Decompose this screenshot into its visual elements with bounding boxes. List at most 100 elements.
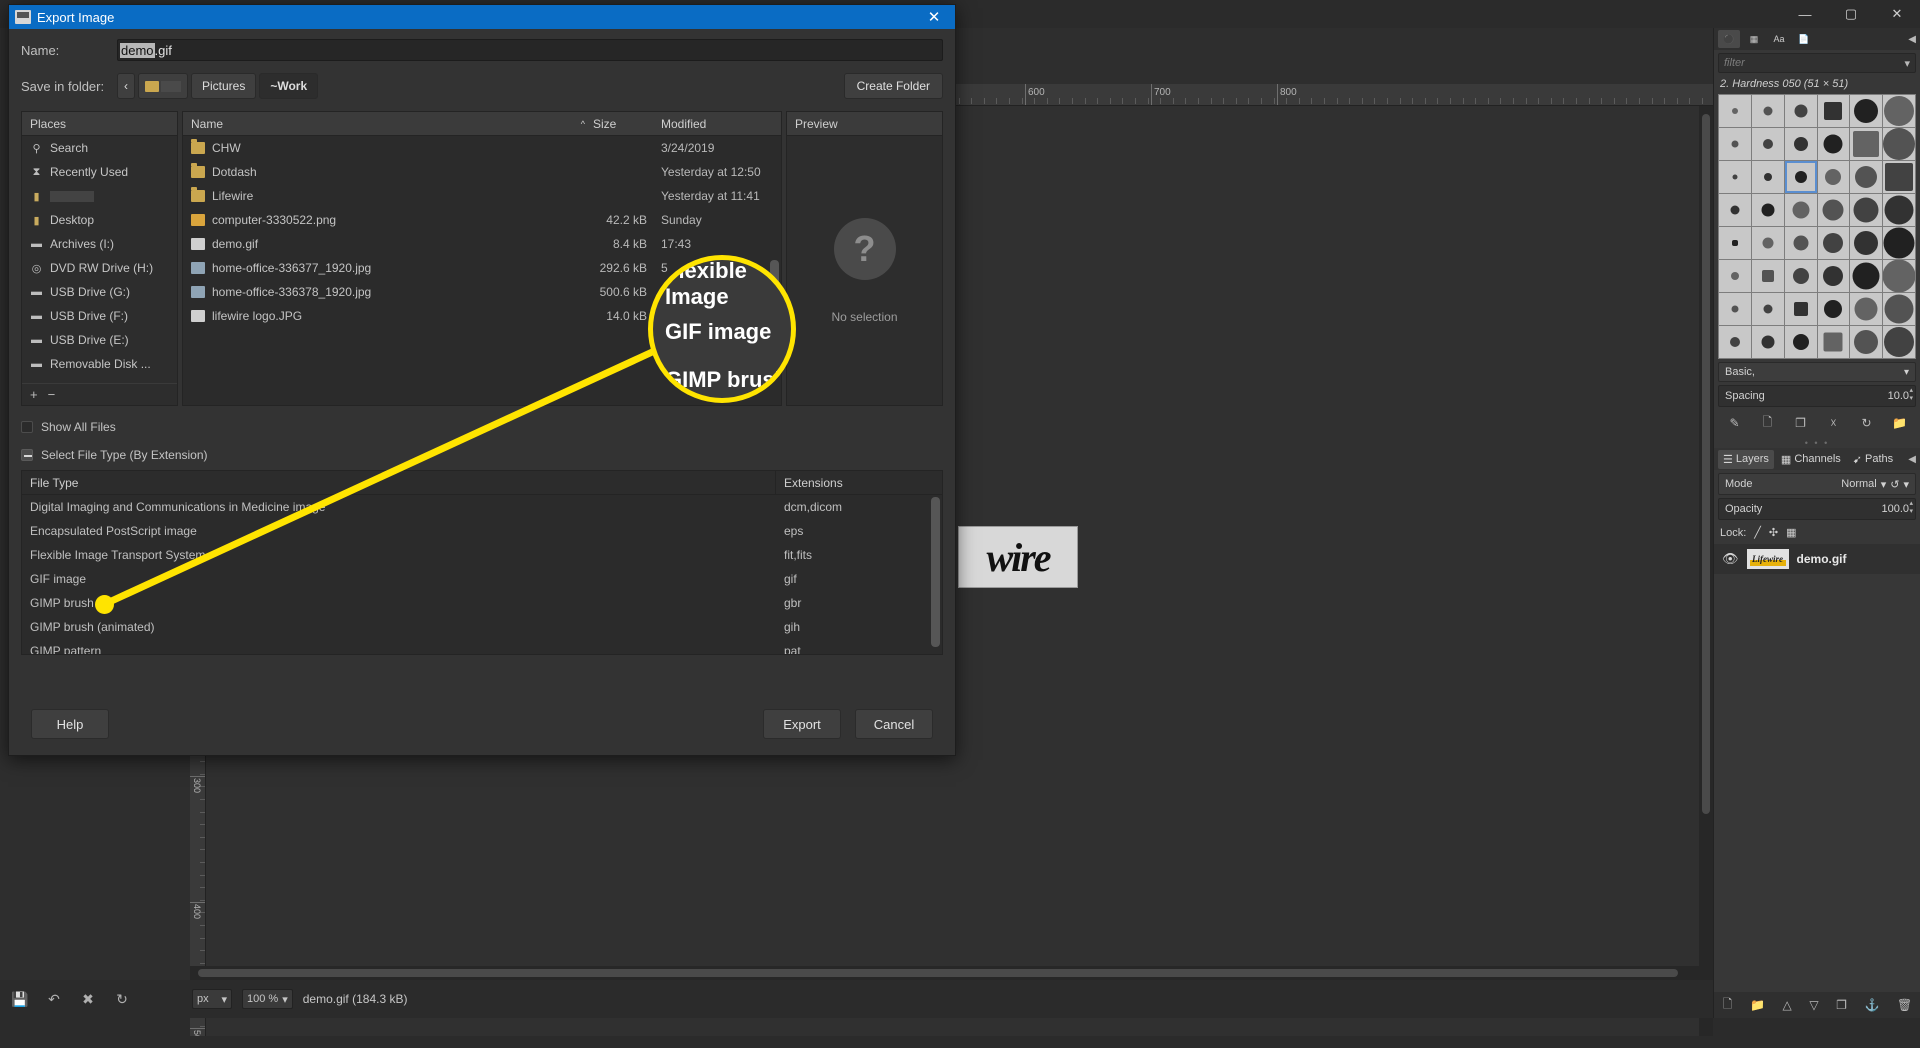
tab-channels[interactable]: ▦ Channels (1776, 450, 1846, 469)
layer-row[interactable]: 👁 Lifewire demo.gif (1714, 544, 1920, 574)
file-row[interactable]: home-office-336377_1920.jpg 292.6 kB 5 (183, 256, 781, 280)
file-list-scrollbar[interactable] (770, 140, 779, 395)
cancel-icon[interactable]: ✖ (76, 987, 100, 1011)
brush-thumbnail[interactable] (1883, 95, 1915, 127)
brush-thumbnail[interactable] (1751, 260, 1784, 292)
file-type-rows[interactable]: Digital Imaging and Communications in Me… (22, 495, 942, 654)
hscroll-thumb[interactable] (198, 969, 1678, 977)
brush-thumbnail[interactable] (1784, 326, 1817, 358)
path-button-work[interactable]: ~Work (259, 73, 319, 99)
chevron-down-icon[interactable]: ▾ (1881, 478, 1887, 491)
places-item-usb-drive-e[interactable]: ▬ USB Drive (E:) (22, 328, 177, 352)
path-back-button[interactable]: ‹ (117, 73, 135, 99)
path-button-pictures[interactable]: Pictures (191, 73, 257, 99)
new-layer-icon[interactable]: 🗋 (1723, 995, 1733, 1016)
brush-thumbnail[interactable] (1817, 293, 1850, 325)
places-item-removable-disk[interactable]: ▬ Removable Disk ... (22, 352, 177, 376)
file-row[interactable]: computer-3330522.png 42.2 kB Sunday (183, 208, 781, 232)
minimize-button[interactable]: — (1782, 0, 1828, 28)
file-row[interactable]: home-office-336378_1920.jpg 500.6 kB (183, 280, 781, 304)
remove-place-button[interactable]: − (48, 387, 56, 402)
brush-thumbnail[interactable] (1817, 161, 1850, 193)
export-button[interactable]: Export (763, 709, 841, 739)
brush-thumbnail[interactable] (1850, 293, 1883, 325)
delete-brush-icon[interactable]: ☓ (1823, 413, 1845, 433)
brush-thumbnail[interactable] (1883, 326, 1915, 358)
places-item-archives-i[interactable]: ▬ Archives (I:) (22, 232, 177, 256)
duplicate-brush-icon[interactable]: ❐ (1790, 413, 1812, 433)
brush-thumbnail[interactable] (1817, 326, 1850, 358)
save-icon[interactable]: 💾 (8, 987, 32, 1011)
file-type-row[interactable]: GIMP brush gbr (22, 591, 942, 615)
undo-icon[interactable]: ↶ (42, 987, 66, 1011)
file-row[interactable]: Lifewire Yesterday at 11:41 (183, 184, 781, 208)
file-rows[interactable]: CHW 3/24/2019 Dotdash Yesterday at 12:50 Lif… (183, 136, 781, 405)
raise-layer-icon[interactable]: △ (1783, 998, 1792, 1012)
fonts-icon[interactable]: Aa (1768, 30, 1790, 48)
brush-thumbnail[interactable] (1719, 95, 1751, 127)
places-item-recently-used[interactable]: ⧗ Recently Used (22, 160, 177, 184)
places-item-usb-drive-f[interactable]: ▬ USB Drive (F:) (22, 304, 177, 328)
brush-thumbnail[interactable] (1751, 161, 1784, 193)
brush-thumbnail[interactable] (1719, 260, 1751, 292)
chevron-down-icon[interactable]: ▾ (1904, 57, 1910, 70)
column-header-size[interactable]: Size (593, 117, 661, 131)
column-header-extensions[interactable]: Extensions (776, 471, 942, 494)
new-brush-icon[interactable]: 🗋 (1757, 413, 1779, 433)
brush-thumbnail[interactable] (1850, 326, 1883, 358)
duplicate-layer-icon[interactable]: ❐ (1836, 998, 1847, 1012)
brush-thumbnail[interactable] (1817, 260, 1850, 292)
brush-thumbnail[interactable] (1751, 128, 1784, 160)
brush-thumbnail[interactable] (1850, 95, 1883, 127)
file-type-row[interactable]: Digital Imaging and Communications in Me… (22, 495, 942, 519)
open-brush-folder-icon[interactable]: 📁 (1889, 413, 1911, 433)
brush-thumbnail[interactable] (1817, 95, 1850, 127)
brush-thumbnail[interactable] (1883, 260, 1915, 292)
brush-thumbnail[interactable] (1883, 161, 1915, 193)
brush-thumbnail[interactable] (1850, 128, 1883, 160)
file-type-row[interactable]: GIMP brush (animated) gih (22, 615, 942, 639)
lock-alpha-icon[interactable]: ▦ (1786, 526, 1796, 539)
file-row[interactable]: lifewire logo.JPG 14.0 kB (183, 304, 781, 328)
file-row[interactable]: Dotdash Yesterday at 12:50 (183, 160, 781, 184)
file-row[interactable]: demo.gif 8.4 kB 17:43 (183, 232, 781, 256)
show-all-files-row[interactable]: Show All Files (21, 420, 943, 434)
select-file-type-row[interactable]: Select File Type (By Extension) (21, 448, 943, 462)
file-list-scroll-thumb[interactable] (770, 260, 779, 330)
brush-thumbnail[interactable] (1883, 227, 1915, 259)
brush-thumbnail[interactable] (1784, 293, 1817, 325)
brush-thumbnail[interactable] (1719, 293, 1751, 325)
brush-thumbnail[interactable] (1850, 161, 1883, 193)
brush-thumbnail[interactable] (1719, 128, 1751, 160)
brush-thumbnail[interactable] (1719, 227, 1751, 259)
column-header-name[interactable]: Name ^ (183, 117, 593, 131)
layer-opacity-field[interactable]: Opacity 100.0 ▴ ▾ (1718, 498, 1916, 520)
brush-thumbnail[interactable] (1784, 260, 1817, 292)
maximize-button[interactable]: ▢ (1828, 0, 1874, 28)
documents-icon[interactable]: 📄 (1793, 30, 1815, 48)
places-item-desktop[interactable]: ▮ Desktop (22, 208, 177, 232)
help-button[interactable]: Help (31, 709, 109, 739)
tab-layers[interactable]: ☰ Layers (1718, 449, 1774, 469)
column-header-file-type[interactable]: File Type (22, 471, 776, 494)
places-item-usb-drive-g[interactable]: ▬ USB Drive (G:) (22, 280, 177, 304)
opacity-stepper[interactable]: ▴ ▾ (1909, 500, 1913, 516)
layer-visibility-icon[interactable]: 👁 (1722, 551, 1739, 567)
zoom-selector[interactable]: 100 % ▾ (242, 989, 293, 1009)
brush-thumbnail[interactable] (1883, 128, 1915, 160)
file-type-row[interactable]: GIF image gif (22, 567, 942, 591)
show-all-files-checkbox[interactable] (21, 421, 33, 433)
chevron-down-icon[interactable]: ▾ (1904, 367, 1909, 378)
edit-brush-icon[interactable]: ✎ (1724, 413, 1746, 433)
add-place-button[interactable]: + (30, 387, 38, 402)
brush-preset-selector[interactable]: Basic, ▾ (1718, 362, 1916, 382)
new-group-icon[interactable]: 📁 (1750, 998, 1765, 1012)
anchor-layer-icon[interactable]: ⚓ (1864, 998, 1879, 1012)
brush-thumbnail[interactable] (1817, 227, 1850, 259)
places-item-unnamed-2[interactable]: ▮ (22, 184, 177, 208)
brush-thumbnail[interactable] (1751, 326, 1784, 358)
canvas-vertical-scrollbar[interactable] (1699, 106, 1713, 1036)
brush-thumbnail[interactable] (1719, 194, 1751, 226)
close-button[interactable]: ✕ (1874, 0, 1920, 28)
file-row[interactable]: CHW 3/24/2019 (183, 136, 781, 160)
